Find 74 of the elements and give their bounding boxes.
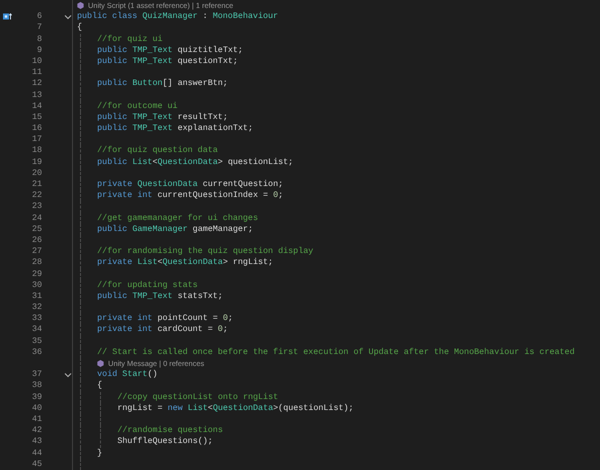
line-number: 30 [32, 280, 42, 291]
code-line: //for randomising the quiz question display [97, 246, 314, 256]
line-number: 31 [32, 290, 42, 302]
code-line: { [97, 380, 102, 390]
line-number: 34 [32, 324, 42, 336]
code-line: //for outcome ui [97, 100, 178, 111]
line-number: 14 [32, 100, 42, 112]
line-number: 36 [32, 346, 42, 358]
line-number: 24 [32, 212, 42, 224]
chevron-down-icon[interactable] [64, 13, 72, 22]
code-line: public TMP_Text resultTxt; [97, 112, 228, 122]
code-line: public List<QuestionData> questionList; [97, 156, 294, 167]
line-number: 44 [32, 448, 42, 459]
line-number: 27 [32, 246, 42, 258]
line-number: 17 [32, 134, 42, 146]
code-line: public TMP_Text explanationTxt; [97, 123, 253, 134]
line-number: 42 [32, 425, 42, 436]
line-number: 11 [32, 67, 42, 78]
code-line: private QuestionData currentQuestion; [97, 179, 284, 189]
line-number: 8 [36, 34, 42, 45]
code-line: } [97, 448, 102, 458]
code-line: public TMP_Text statsTxt; [97, 290, 223, 301]
code-line: private int currentQuestionIndex = 0; [97, 190, 284, 200]
code-line: private int pointCount = 0; [97, 313, 233, 324]
code-line: void Start() [97, 369, 158, 380]
code-line: public TMP_Text questionTxt; [97, 56, 238, 66]
line-number: 38 [32, 380, 42, 392]
line-number: 39 [32, 392, 42, 403]
chevron-down-icon[interactable] [64, 371, 72, 380]
line-number: 28 [32, 257, 42, 269]
line-number: 26 [32, 234, 42, 246]
line-number: 33 [32, 313, 42, 324]
line-number: 16 [32, 123, 42, 134]
line-number: 15 [32, 112, 42, 124]
cube-icon [97, 360, 104, 368]
code-line: //for quiz ui [97, 34, 162, 44]
code-line: //copy questionList onto rngList [117, 392, 278, 402]
line-number: 41 [32, 414, 42, 426]
code-line: public GameManager gameManager; [97, 224, 253, 234]
line-number: 23 [32, 201, 42, 213]
code-line: //randomise questions [117, 425, 223, 436]
line-number: 25 [32, 224, 42, 235]
line-number: 18 [32, 145, 42, 157]
line-number: 20 [32, 168, 42, 180]
code-line: rngList = new List<QuestionData>(questionList); [117, 402, 354, 413]
code-line: public TMP_Text quiztitleTxt; [97, 44, 243, 55]
code-line: public Button[] answerBtn; [97, 78, 228, 88]
code-line: private List<QuestionData> rngList; [97, 257, 274, 268]
code-line: //for updating stats [97, 280, 198, 290]
code-line: // Start is called once before the first execution of Update after the MonoBehaviour is created [97, 346, 575, 357]
implementation-marker-icon[interactable] [3, 13, 12, 20]
line-number: 19 [32, 156, 42, 168]
line-number: 37 [32, 369, 42, 380]
line-number: 21 [32, 179, 42, 190]
line-number: 13 [32, 90, 42, 101]
code-line: { [77, 22, 82, 32]
line-number: 43 [32, 436, 42, 448]
line-number: 40 [32, 402, 42, 414]
code-line: private int cardCount = 0; [97, 324, 228, 334]
line-number: 10 [32, 56, 42, 68]
line-number: 7 [36, 22, 42, 34]
line-number: 29 [32, 268, 42, 280]
cube-icon [77, 2, 84, 10]
code-line: ShuffleQuestions(); [117, 436, 213, 446]
line-number: 6 [36, 11, 42, 22]
line-number: 9 [36, 44, 42, 56]
code-line: public class QuizManager : MonoBehaviour [77, 11, 278, 22]
line-number: 35 [32, 336, 42, 347]
line-number: 12 [32, 78, 42, 90]
line-number: 45 [32, 458, 42, 470]
line-number: 22 [32, 190, 42, 202]
code-line: //for quiz question data [97, 145, 218, 156]
line-number: 32 [32, 302, 42, 314]
code-line: //get gamemanager for ui changes [97, 212, 258, 223]
